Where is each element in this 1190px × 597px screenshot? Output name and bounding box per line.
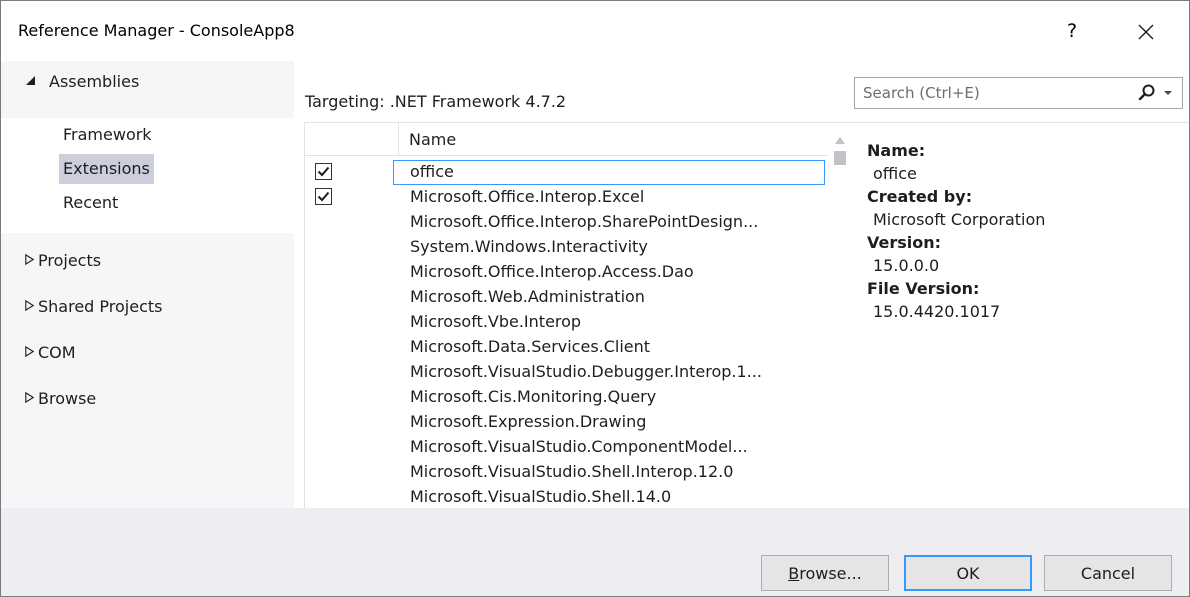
checkmark-icon — [317, 166, 330, 177]
details-file-version-label: File Version: — [867, 279, 980, 298]
nav-group-com[interactable]: COM — [1, 332, 294, 372]
details-file-version-value: 15.0.4420.1017 — [873, 302, 1001, 321]
details-pane: Name: office Created by: Microsoft Corpo… — [853, 122, 1189, 509]
nav-group-label: Shared Projects — [38, 297, 163, 316]
reference-manager-dialog: Reference Manager - ConsoleApp8 ? Assemb… — [0, 0, 1190, 597]
nav-group-label: Browse — [38, 389, 97, 408]
list-row[interactable]: Microsoft.VisualStudio.Shell.14.0 — [305, 485, 827, 509]
nav-group-shared-projects[interactable]: Shared Projects — [1, 286, 294, 326]
cancel-button[interactable]: Cancel — [1044, 555, 1172, 591]
row-name: Microsoft.Expression.Drawing — [410, 412, 647, 431]
name-column-header[interactable]: Name — [409, 130, 456, 149]
row-name: office — [410, 162, 454, 181]
row-name: Microsoft.Vbe.Interop — [410, 312, 582, 331]
search-box[interactable] — [854, 77, 1183, 109]
row-name: Microsoft.VisualStudio.Debugger.Interop.… — [410, 362, 762, 381]
collapsed-triangle-icon — [25, 391, 35, 404]
details-version-value: 15.0.0.0 — [873, 256, 940, 275]
list-row[interactable]: Microsoft.Web.Administration — [305, 285, 827, 310]
browse-button[interactable]: Browse... — [761, 555, 889, 591]
row-name: System.Windows.Interactivity — [410, 237, 648, 256]
assembly-list: Name office Microsoft.Office.Interop.Exce… — [304, 122, 853, 509]
list-row[interactable]: Microsoft.VisualStudio.Debugger.Interop.… — [305, 360, 827, 385]
row-checkbox[interactable] — [315, 163, 332, 180]
window-title: Reference Manager - ConsoleApp8 — [18, 21, 295, 40]
details-created-by-value: Microsoft Corporation — [873, 210, 1046, 229]
search-input[interactable] — [855, 78, 1133, 108]
list-row[interactable]: Microsoft.Data.Services.Client — [305, 335, 827, 360]
row-checkbox[interactable] — [315, 188, 332, 205]
scroll-thumb[interactable] — [834, 151, 846, 165]
row-name: Microsoft.Cis.Monitoring.Query — [410, 387, 657, 406]
list-row[interactable]: Microsoft.Vbe.Interop — [305, 310, 827, 335]
checkbox-column-header[interactable] — [305, 123, 399, 155]
row-name: Microsoft.VisualStudio.Shell.14.0 — [410, 487, 672, 506]
sidebar-item-extensions[interactable]: Extensions — [59, 154, 154, 184]
ok-button[interactable]: OK — [904, 555, 1032, 591]
list-row[interactable]: Microsoft.VisualStudio.Shell.Interop.12.… — [305, 460, 827, 485]
list-row[interactable]: Microsoft.VisualStudio.ComponentModel... — [305, 435, 827, 460]
targeting-label: Targeting: .NET Framework 4.7.2 — [305, 92, 567, 111]
details-name-value: office — [873, 164, 917, 183]
row-name: Microsoft.Office.Interop.Excel — [410, 187, 645, 206]
nav-group-label: COM — [38, 343, 76, 362]
row-selection-highlight — [393, 160, 825, 185]
nav-group-label: Assemblies — [49, 72, 140, 91]
nav-group-assemblies[interactable]: Assemblies — [1, 61, 294, 101]
help-button[interactable]: ? — [1051, 11, 1093, 51]
close-button[interactable] — [1121, 11, 1171, 51]
close-icon — [1138, 24, 1154, 39]
list-row[interactable]: Microsoft.Cis.Monitoring.Query — [305, 385, 827, 410]
nav-group-label: Projects — [38, 251, 102, 270]
list-row[interactable]: office — [305, 160, 827, 185]
list-row[interactable]: Microsoft.Office.Interop.Access.Dao — [305, 260, 827, 285]
list-rows: office Microsoft.Office.Interop.Excel Micr… — [305, 160, 827, 509]
list-row[interactable]: Microsoft.Office.Interop.Excel — [305, 185, 827, 210]
row-name: Microsoft.Office.Interop.SharePointDesig… — [410, 212, 759, 231]
list-row[interactable]: Microsoft.Office.Interop.SharePointDesig… — [305, 210, 827, 235]
details-created-by-label: Created by: — [867, 187, 973, 206]
scroll-up-icon[interactable] — [834, 135, 846, 145]
sidebar-item-recent[interactable]: Recent — [59, 188, 122, 218]
left-navigation: Assemblies Framework Extensions Recent Pro… — [1, 61, 294, 508]
list-header: Name — [305, 123, 827, 156]
list-scrollbar[interactable] — [827, 123, 853, 509]
details-version-label: Version: — [867, 233, 942, 252]
dialog-footer: Browse... OK Cancel — [1, 508, 1189, 596]
nav-group-browse[interactable]: Browse — [1, 378, 294, 418]
search-icon[interactable] — [1137, 83, 1157, 103]
row-name: Microsoft.Office.Interop.Access.Dao — [410, 262, 694, 281]
row-name: Microsoft.Web.Administration — [410, 287, 645, 306]
assemblies-subitems: Framework Extensions Recent — [1, 118, 294, 233]
sidebar-item-framework[interactable]: Framework — [59, 120, 156, 150]
title-bar: Reference Manager - ConsoleApp8 ? — [1, 1, 1189, 61]
collapsed-triangle-icon — [25, 299, 35, 312]
checkmark-icon — [317, 191, 330, 202]
row-name: Microsoft.VisualStudio.ComponentModel... — [410, 437, 748, 456]
list-row[interactable]: System.Windows.Interactivity — [305, 235, 827, 260]
row-name: Microsoft.VisualStudio.Shell.Interop.12.… — [410, 462, 734, 481]
list-row[interactable]: Microsoft.Expression.Drawing — [305, 410, 827, 435]
expanded-triangle-icon — [26, 76, 35, 85]
nav-group-projects[interactable]: Projects — [1, 240, 294, 280]
row-name: Microsoft.Data.Services.Client — [410, 337, 651, 356]
collapsed-triangle-icon — [25, 345, 35, 358]
collapsed-triangle-icon — [25, 253, 35, 266]
details-name-label: Name: — [867, 141, 926, 160]
chevron-down-icon[interactable] — [1161, 86, 1175, 100]
